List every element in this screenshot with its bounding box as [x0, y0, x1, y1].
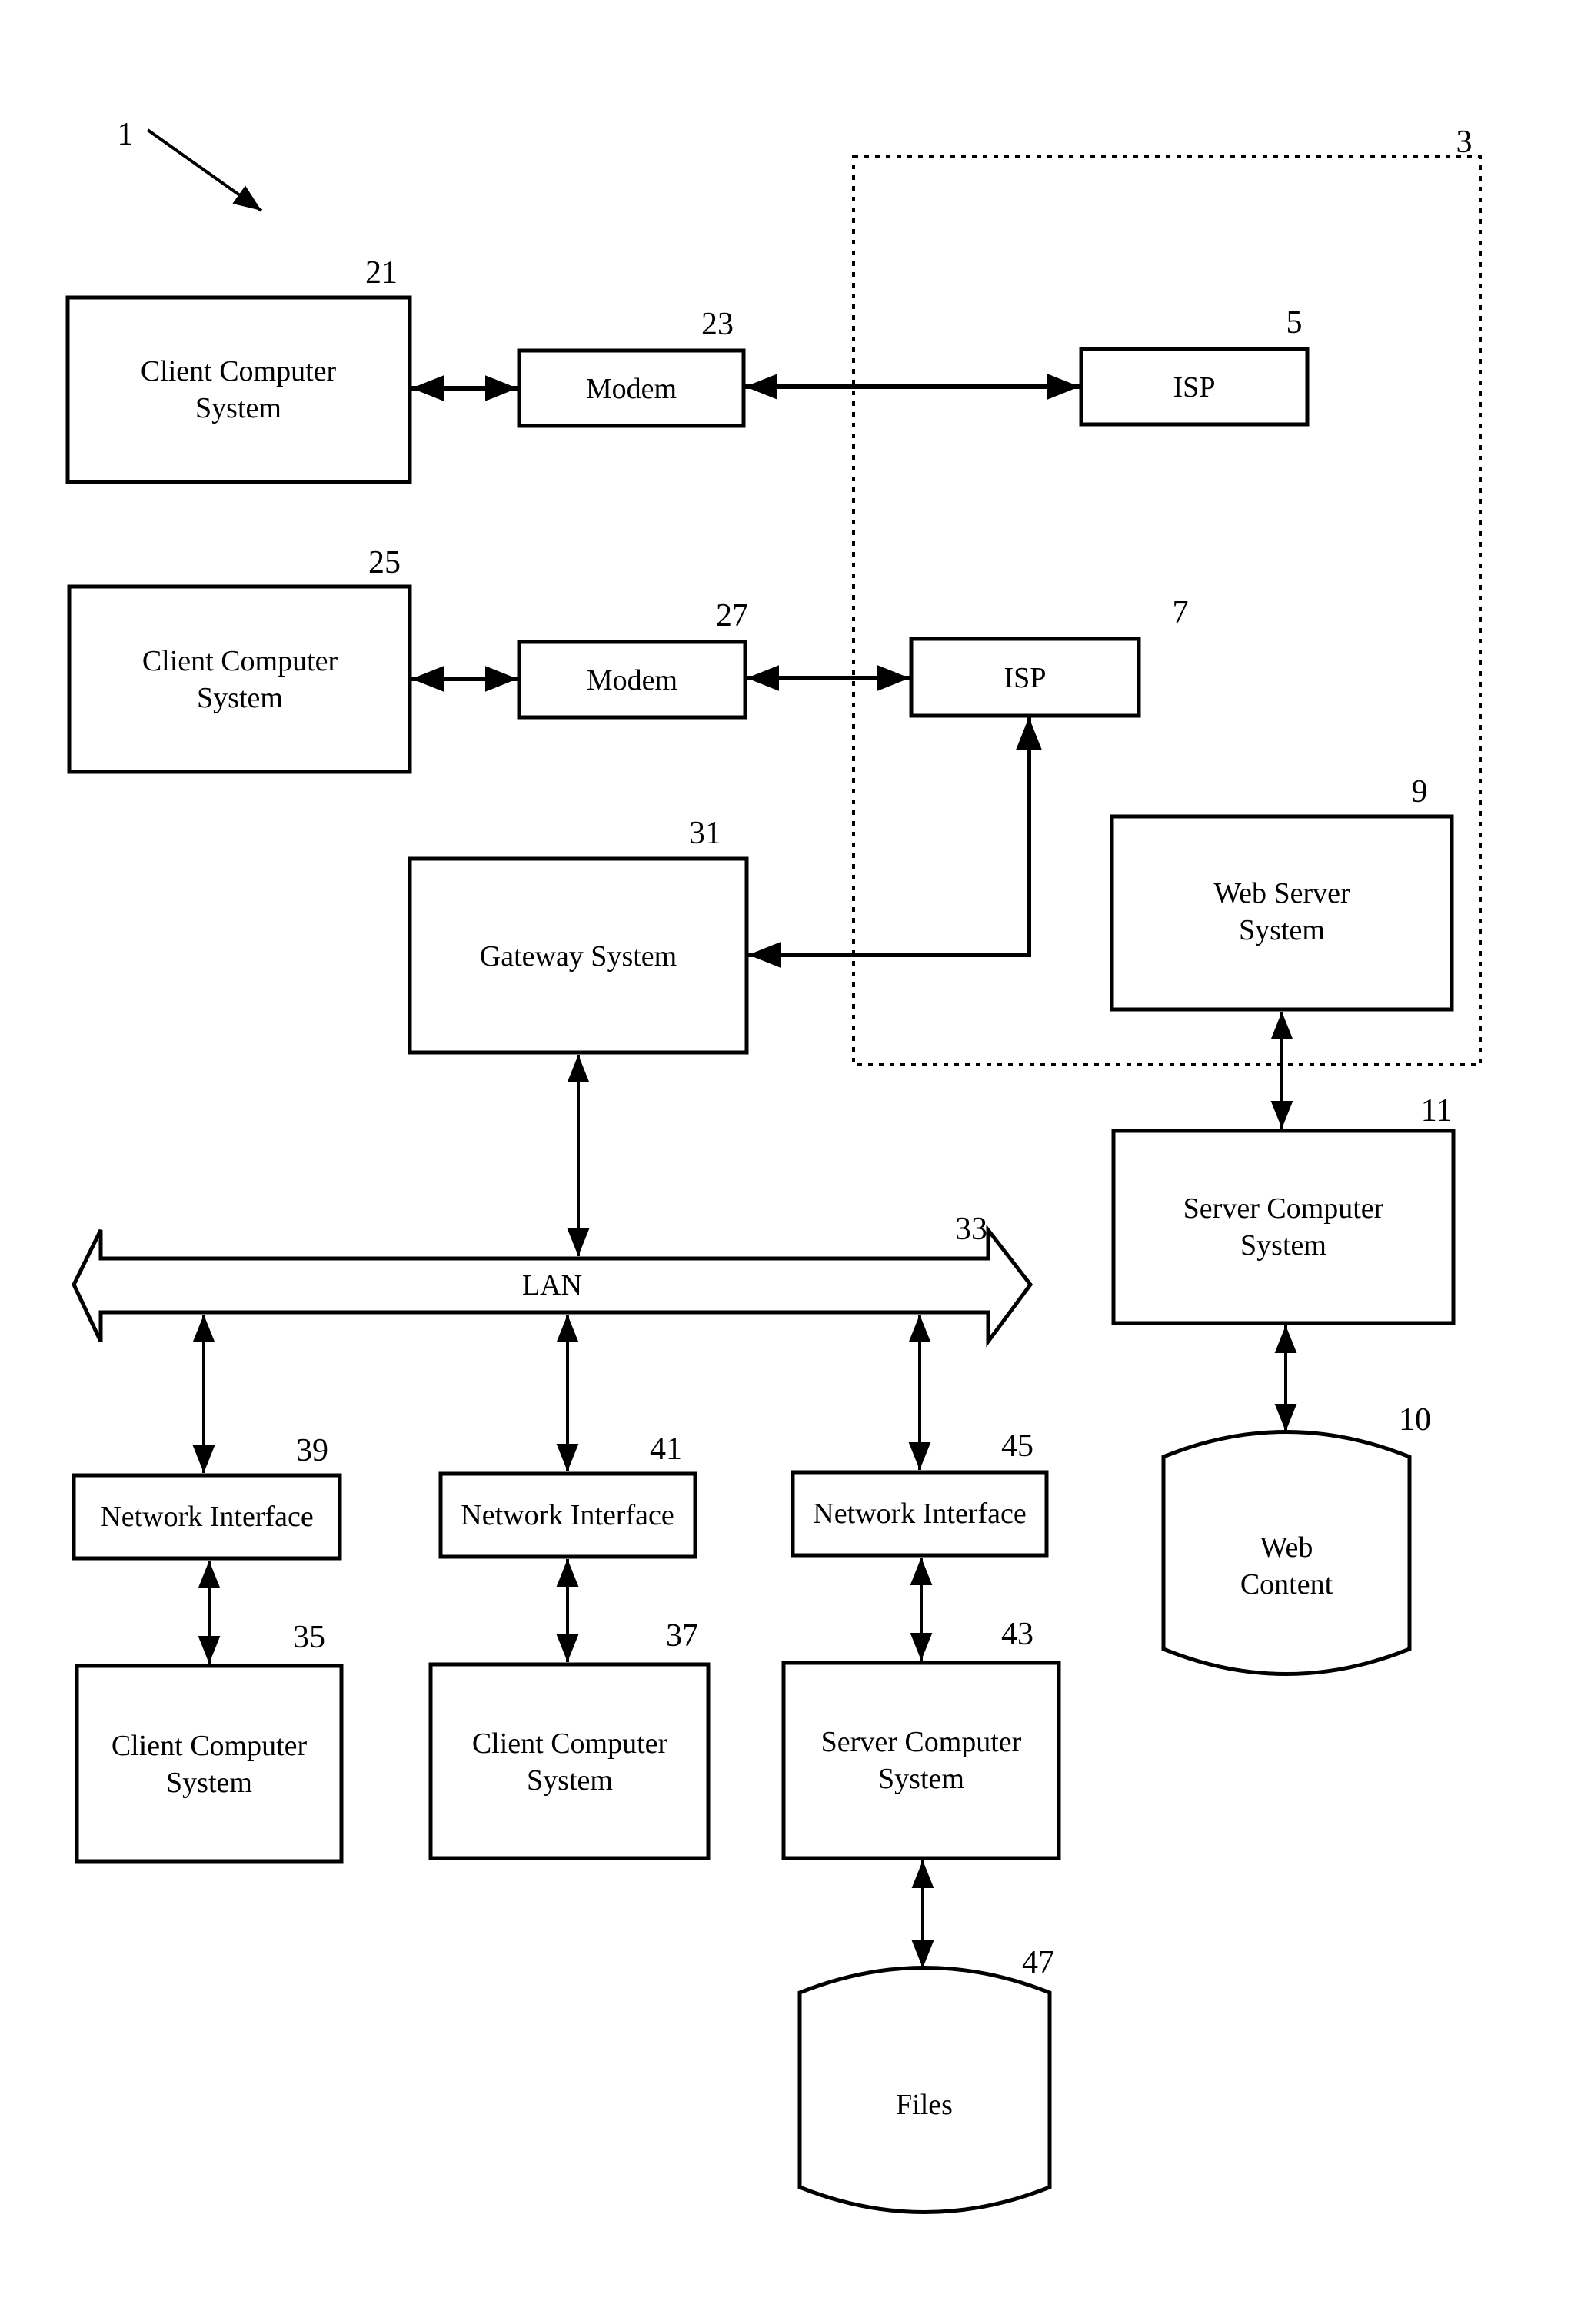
- network-interface-45[interactable]: Network Interface: [791, 1470, 1049, 1558]
- lan-33[interactable]: LAN: [72, 1224, 1033, 1348]
- network-interface-41[interactable]: Network Interface: [438, 1471, 697, 1559]
- webcontent-10-line2: Content: [1240, 1568, 1333, 1601]
- client-25-line1: Client Computer: [142, 645, 338, 677]
- client-21-ref: 21: [365, 255, 398, 291]
- web-server-system-9[interactable]: Web Server System: [1110, 814, 1454, 1012]
- modem-27-label: Modem: [587, 664, 677, 697]
- server-computer-11[interactable]: Server Computer System: [1111, 1129, 1456, 1325]
- link-gateway31-isp7: [748, 717, 1042, 968]
- isp-7-ref: 7: [1173, 595, 1189, 630]
- client-21-line2: System: [195, 392, 281, 424]
- webserver-9-line1: Web Server: [1213, 877, 1350, 909]
- server-11-line2: System: [1240, 1229, 1326, 1262]
- ni-39-label: Network Interface: [100, 1501, 313, 1533]
- client-35-line2: System: [166, 1767, 252, 1799]
- lan-33-label: LAN: [522, 1269, 582, 1302]
- isp-7-label: ISP: [1004, 662, 1047, 694]
- files-47[interactable]: Files: [797, 1966, 1052, 2214]
- client-35-ref: 35: [293, 1620, 325, 1655]
- figure-reference-arrow: [146, 128, 263, 212]
- server-43-line1: Server Computer: [821, 1726, 1022, 1758]
- ni-45-label: Network Interface: [813, 1498, 1026, 1530]
- network-interface-39[interactable]: Network Interface: [72, 1473, 342, 1561]
- server-43-ref: 43: [1001, 1617, 1033, 1652]
- ni-41-ref: 41: [650, 1431, 682, 1467]
- server-11-line1: Server Computer: [1183, 1192, 1384, 1225]
- web-content-10[interactable]: Web Content: [1161, 1430, 1412, 1676]
- internet-group-ref: 3: [1456, 125, 1473, 160]
- gateway-system-31[interactable]: Gateway System: [408, 856, 749, 1055]
- lan-33-ref: 33: [955, 1212, 987, 1247]
- ni-41-label: Network Interface: [461, 1499, 674, 1531]
- client-computer-37[interactable]: Client Computer System: [428, 1662, 711, 1860]
- modem-27[interactable]: Modem: [517, 640, 747, 720]
- figure-reference-label: 1: [118, 117, 134, 152]
- modem-27-ref: 27: [716, 598, 748, 633]
- files-47-ref: 47: [1022, 1945, 1054, 1980]
- isp-5[interactable]: ISP: [1079, 347, 1310, 427]
- ni-45-ref: 45: [1001, 1428, 1033, 1464]
- webcontent-10-ref: 10: [1399, 1402, 1431, 1438]
- isp-5-label: ISP: [1173, 371, 1216, 404]
- client-25-line2: System: [197, 682, 283, 714]
- files-47-label: Files: [896, 2089, 953, 2121]
- modem-23-label: Modem: [586, 373, 677, 405]
- ni-39-ref: 39: [296, 1433, 328, 1468]
- client-computer-35[interactable]: Client Computer System: [75, 1664, 344, 1864]
- network-diagram: 1 3 Client Computer System 21 Modem 23 I…: [65, 117, 1482, 2214]
- server-43-line2: System: [878, 1763, 964, 1795]
- webserver-9-line2: System: [1239, 914, 1325, 946]
- client-21-line1: Client Computer: [141, 355, 337, 387]
- modem-23[interactable]: Modem: [517, 348, 746, 428]
- gateway-31-label: Gateway System: [480, 940, 677, 972]
- client-25-ref: 25: [368, 545, 401, 580]
- client-37-line2: System: [527, 1764, 613, 1797]
- isp-5-ref: 5: [1286, 305, 1303, 341]
- webcontent-10-line1: Web: [1260, 1531, 1313, 1564]
- isp-7[interactable]: ISP: [909, 637, 1141, 718]
- webserver-9-ref: 9: [1412, 774, 1428, 810]
- server-computer-43[interactable]: Server Computer System: [781, 1661, 1061, 1860]
- client-computer-25[interactable]: Client Computer System: [67, 584, 412, 774]
- client-37-ref: 37: [666, 1618, 698, 1654]
- gateway-31-ref: 31: [689, 816, 721, 851]
- client-computer-21[interactable]: Client Computer System: [65, 295, 412, 484]
- modem-23-ref: 23: [701, 307, 734, 342]
- client-37-line1: Client Computer: [472, 1727, 668, 1760]
- server-11-ref: 11: [1421, 1093, 1452, 1129]
- client-35-line1: Client Computer: [112, 1730, 308, 1762]
